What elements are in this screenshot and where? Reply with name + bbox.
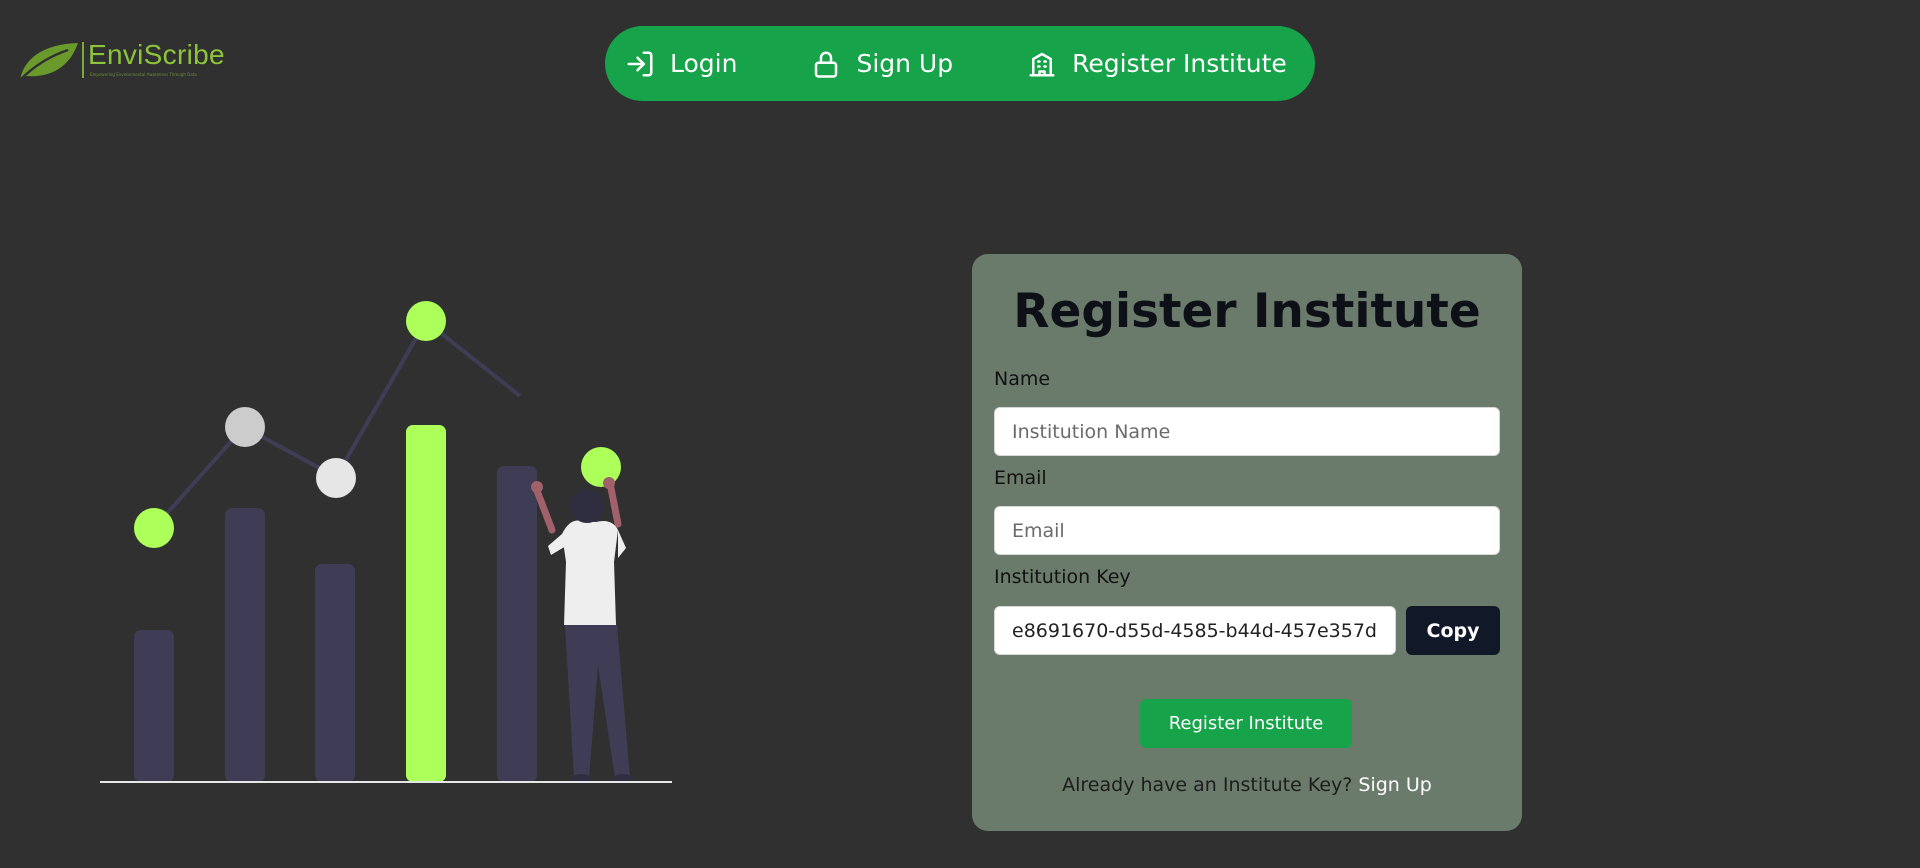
- signup-link[interactable]: Sign Up: [1358, 774, 1431, 796]
- nav-signup[interactable]: Sign Up: [811, 49, 953, 79]
- logo-tagline: Empowering Environmental Awareness Throu…: [90, 72, 197, 77]
- name-label: Name: [994, 368, 1051, 390]
- register-institute-button[interactable]: Register Institute: [1140, 699, 1352, 748]
- nav-register-institute-label: Register Institute: [1072, 49, 1287, 78]
- copy-button[interactable]: Copy: [1406, 606, 1500, 655]
- lock-icon: [811, 49, 841, 79]
- institution-key-label: Institution Key: [994, 566, 1131, 588]
- bar-3: [315, 564, 355, 782]
- dot-4: [406, 301, 446, 341]
- email-input[interactable]: [994, 506, 1500, 555]
- bar-1: [134, 630, 174, 782]
- bar-4-highlight: [406, 425, 446, 782]
- dot-1: [134, 508, 174, 548]
- login-icon: [625, 49, 655, 79]
- nav-login[interactable]: Login: [625, 49, 737, 79]
- nav-login-label: Login: [670, 49, 738, 78]
- institution-name-input[interactable]: [994, 407, 1500, 456]
- logo-divider: [82, 42, 84, 78]
- institution-key-input[interactable]: [994, 606, 1396, 655]
- email-label: Email: [994, 467, 1047, 489]
- signup-prompt: Already have an Institute Key? Sign Up: [972, 774, 1522, 796]
- bar-2: [225, 508, 265, 782]
- top-nav: Login Sign Up Register Institute: [605, 26, 1315, 101]
- register-institute-card: Register Institute Name Email Institutio…: [972, 254, 1522, 831]
- person-figure: [531, 477, 633, 784]
- dot-5-held: [581, 447, 621, 487]
- bar-5: [497, 466, 537, 782]
- logo-name: EnviScribe: [88, 39, 225, 70]
- signup-prompt-text: Already have an Institute Key?: [1062, 774, 1353, 796]
- page-title: Register Institute: [1013, 284, 1481, 339]
- nav-signup-label: Sign Up: [856, 49, 954, 78]
- building-icon: [1027, 49, 1057, 79]
- dot-2: [225, 407, 265, 447]
- leaf-icon: [19, 43, 78, 81]
- dot-3: [316, 458, 356, 498]
- logo[interactable]: EnviScribe Empowering Environmental Awar…: [18, 38, 225, 84]
- nav-register-institute[interactable]: Register Institute: [1027, 49, 1287, 79]
- growth-chart-illustration: [100, 301, 672, 784]
